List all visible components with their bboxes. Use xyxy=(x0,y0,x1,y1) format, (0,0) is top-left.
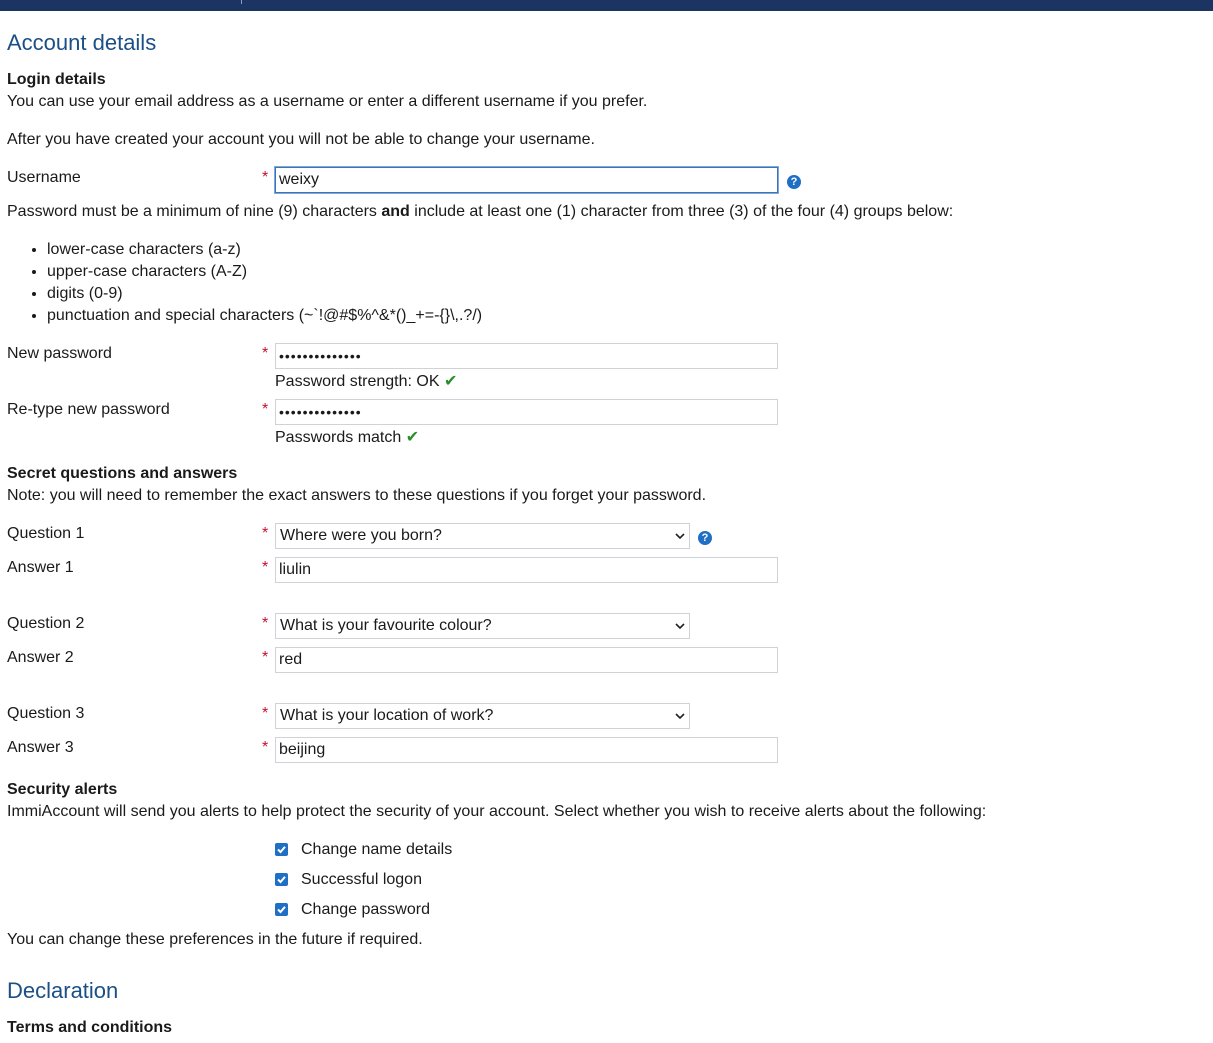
declaration-heading: Declaration xyxy=(7,978,119,1003)
question-3-select[interactable]: What is your location of work? xyxy=(275,703,690,729)
retype-password-label: Re-type new password xyxy=(7,401,170,418)
answer-3-label: Answer 3 xyxy=(7,739,74,756)
checkmark-icon xyxy=(277,906,286,914)
username-input[interactable]: weixy xyxy=(275,167,778,193)
required-mark: * xyxy=(262,649,269,666)
question-1-select[interactable]: Where were you born? xyxy=(275,523,690,549)
security-alerts-heading: Security alerts xyxy=(7,781,118,798)
top-nav-bar xyxy=(0,0,1213,11)
list-item: punctuation and special characters (~`!@… xyxy=(47,305,482,327)
required-mark: * xyxy=(262,525,269,542)
question-2-select[interactable]: What is your favourite colour? xyxy=(275,613,690,639)
required-mark: * xyxy=(262,345,269,362)
alert-checkbox-successful-logon[interactable] xyxy=(275,873,288,886)
list-item: digits (0-9) xyxy=(47,283,482,305)
retype-password-input[interactable]: •••••••••••••• xyxy=(275,399,778,425)
answer-1-label: Answer 1 xyxy=(7,559,74,576)
help-circle-icon[interactable]: ? xyxy=(698,531,712,545)
alert-checkbox-change-password[interactable] xyxy=(275,903,288,916)
account-details-heading: Account details xyxy=(7,30,157,55)
password-rules-list: lower-case characters (a-z) upper-case c… xyxy=(7,239,482,327)
username-label: Username xyxy=(7,169,81,186)
alert-checkbox-change-name[interactable] xyxy=(275,843,288,856)
question-1-label: Question 1 xyxy=(7,525,85,542)
answer-2-input[interactable]: red xyxy=(275,647,778,673)
password-rules-intro: Password must be a minimum of nine (9) c… xyxy=(7,203,954,220)
username-warning-text: After you have created your account you … xyxy=(7,131,595,148)
passwords-match-text: Passwords match ✔ xyxy=(275,429,420,446)
answer-3-input[interactable]: beijing xyxy=(275,737,778,763)
answer-1-input[interactable]: liulin xyxy=(275,557,778,583)
alert-label-change-password[interactable]: Change password xyxy=(301,901,430,919)
checkmark-icon: ✔ xyxy=(405,429,420,446)
nav-divider xyxy=(241,0,242,4)
answer-2-label: Answer 2 xyxy=(7,649,74,666)
secret-questions-heading: Secret questions and answers xyxy=(7,465,238,482)
alert-label-change-name[interactable]: Change name details xyxy=(301,841,452,859)
required-mark: * xyxy=(262,739,269,756)
new-password-label: New password xyxy=(7,345,112,362)
chevron-down-icon xyxy=(675,713,685,720)
required-mark: * xyxy=(262,615,269,632)
login-details-heading: Login details xyxy=(7,71,106,88)
preferences-footnote: You can change these preferences in the … xyxy=(7,931,423,948)
required-mark: * xyxy=(262,401,269,418)
terms-heading: Terms and conditions xyxy=(7,1019,173,1036)
checkmark-icon: ✔ xyxy=(443,373,458,390)
chevron-down-icon xyxy=(675,533,685,540)
checkmark-icon xyxy=(277,846,286,854)
question-2-label: Question 2 xyxy=(7,615,85,632)
password-strength-text: Password strength: OK ✔ xyxy=(275,373,458,390)
list-item: lower-case characters (a-z) xyxy=(47,239,482,261)
required-mark: * xyxy=(262,559,269,576)
help-circle-icon[interactable]: ? xyxy=(787,175,801,189)
security-alerts-text: ImmiAccount will send you alerts to help… xyxy=(7,803,987,820)
chevron-down-icon xyxy=(675,623,685,630)
new-password-input[interactable]: •••••••••••••• xyxy=(275,343,778,369)
secret-questions-note: Note: you will need to remember the exac… xyxy=(7,487,707,504)
login-intro-text: You can use your email address as a user… xyxy=(7,93,648,110)
question-3-label: Question 3 xyxy=(7,705,85,722)
required-mark: * xyxy=(262,705,269,722)
checkmark-icon xyxy=(277,876,286,884)
list-item: upper-case characters (A-Z) xyxy=(47,261,482,283)
alert-label-successful-logon[interactable]: Successful logon xyxy=(301,871,422,889)
required-mark: * xyxy=(262,169,269,186)
